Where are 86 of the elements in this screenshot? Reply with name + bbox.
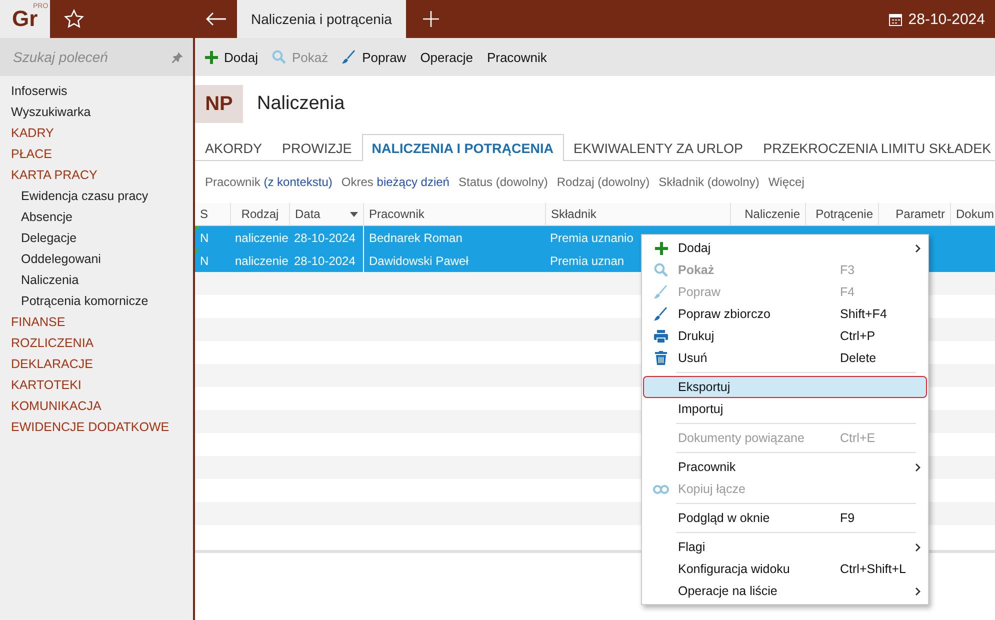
nav-item[interactable]: Oddelegowani bbox=[0, 249, 193, 270]
filter-button[interactable]: Status (dowolny) bbox=[458, 175, 548, 189]
search-icon bbox=[654, 263, 668, 277]
menu-item[interactable]: Drukuj Ctrl+P bbox=[643, 325, 927, 347]
toolbar-button[interactable]: Popraw bbox=[342, 50, 406, 64]
menu-item[interactable]: Popraw zbiorczo Shift+F4 bbox=[643, 303, 927, 325]
nav-link[interactable]: Wyszukiwarka bbox=[0, 102, 193, 123]
module-badge: NP bbox=[195, 85, 243, 123]
tab[interactable]: EKWIWALENTY ZA URLOP bbox=[564, 134, 754, 161]
sort-icon bbox=[350, 212, 358, 216]
tab[interactable]: AKORDY bbox=[195, 134, 272, 161]
nav-section[interactable]: KARTOTEKI bbox=[0, 375, 193, 396]
menu-item[interactable]: Operacje na liście bbox=[643, 580, 927, 602]
nav-link[interactable]: Infoserwis bbox=[0, 81, 193, 102]
toolbar-button[interactable]: Pracownik bbox=[486, 50, 547, 64]
table-cell: Bednarek Roman bbox=[369, 230, 462, 244]
menu-item[interactable]: Konfiguracja widoku Ctrl+Shift+L bbox=[643, 558, 927, 580]
chevron-right-icon bbox=[915, 542, 921, 552]
calendar-icon bbox=[889, 12, 902, 26]
current-date: 28-10-2024 bbox=[908, 10, 985, 28]
column-header[interactable]: Dokum bbox=[950, 203, 995, 225]
filter-button[interactable]: Pracownik (z kontekstu) bbox=[205, 175, 332, 189]
column-header[interactable]: Pracownik bbox=[363, 203, 545, 225]
trash-icon bbox=[655, 351, 667, 365]
brush-icon bbox=[654, 307, 668, 321]
table-cell: Premia uznan bbox=[550, 254, 624, 268]
filter-button[interactable]: Okres bieżący dzień bbox=[341, 175, 450, 189]
table-cell: 28-10-2024 bbox=[294, 230, 356, 244]
nav-item[interactable]: Ewidencja czasu pracy bbox=[0, 186, 193, 207]
nav-section[interactable]: FINANSE bbox=[0, 312, 193, 333]
nav-item[interactable]: Potrącenia komornicze bbox=[0, 291, 193, 312]
column-header[interactable]: Rodzaj bbox=[230, 203, 289, 225]
column-header[interactable]: Składnik bbox=[545, 203, 730, 225]
table-cell: naliczenie bbox=[235, 254, 288, 268]
tab[interactable]: PROWIZJE bbox=[272, 134, 362, 161]
menu-item[interactable]: Flagi bbox=[643, 536, 927, 558]
plus-icon bbox=[205, 50, 218, 64]
pin-icon[interactable] bbox=[172, 52, 183, 62]
column-header[interactable]: Parametr bbox=[878, 203, 950, 225]
nav-section[interactable]: KADRY bbox=[0, 123, 193, 144]
nav-item[interactable]: Absencje bbox=[0, 207, 193, 228]
menu-item[interactable]: Podgląd w oknie F9 bbox=[643, 507, 927, 529]
column-header[interactable]: Potrącenie bbox=[805, 203, 878, 225]
table-cell: Dawidowski Paweł bbox=[369, 254, 468, 268]
nav-section[interactable]: ROZLICZENIA bbox=[0, 333, 193, 354]
search-bar[interactable]: Szukaj poleceń bbox=[0, 38, 193, 76]
search-icon bbox=[272, 50, 286, 64]
nav-section[interactable]: KOMUNIKACJA bbox=[0, 396, 193, 417]
table-cell: Premia uznanio bbox=[550, 230, 634, 244]
back-arrow-icon[interactable] bbox=[205, 12, 227, 26]
more-filters-button[interactable]: Więcej bbox=[768, 175, 804, 189]
printer-icon bbox=[654, 330, 668, 342]
table-cell: naliczenie bbox=[235, 230, 288, 244]
search-field[interactable]: Szukaj poleceń bbox=[11, 48, 172, 66]
table-cell: 28-10-2024 bbox=[294, 254, 356, 268]
filter-button[interactable]: Rodzaj (dowolny) bbox=[556, 175, 650, 189]
nav-item[interactable]: Delegacje bbox=[0, 228, 193, 249]
new-tab-icon[interactable] bbox=[422, 10, 440, 28]
chevron-right-icon bbox=[915, 244, 921, 252]
page-title: Naliczenia bbox=[257, 93, 345, 115]
document-tab[interactable]: Naliczenia i potrącenia bbox=[237, 0, 406, 38]
chevron-right-icon bbox=[915, 586, 921, 596]
toolbar-button[interactable]: Operacje bbox=[420, 50, 473, 64]
nav-section[interactable]: DEKLARACJE bbox=[0, 354, 193, 375]
column-header[interactable]: S bbox=[195, 203, 230, 225]
tab[interactable]: NALICZENIA I POTRĄCENIA bbox=[362, 134, 564, 161]
nav-section[interactable]: KARTA PRACY bbox=[0, 165, 193, 186]
nav-section[interactable]: EWIDENCJE DODATKOWE bbox=[0, 417, 193, 438]
table-cell: N bbox=[200, 254, 209, 268]
tab[interactable]: PRZEKROCZENIA LIMITU SKŁADEK bbox=[753, 134, 995, 161]
toolbar-button[interactable]: Dodaj bbox=[205, 50, 258, 64]
column-header[interactable]: Data bbox=[289, 203, 363, 225]
menu-item[interactable]: Pracownik bbox=[643, 456, 927, 478]
brush-icon bbox=[654, 285, 668, 299]
menu-item[interactable]: Importuj bbox=[643, 398, 927, 420]
menu-item[interactable]: Eksportuj bbox=[643, 376, 927, 398]
brush-icon bbox=[342, 50, 356, 64]
column-header[interactable]: Naliczenie bbox=[730, 203, 805, 225]
nav-section[interactable]: PŁACE bbox=[0, 144, 193, 165]
filter-button[interactable]: Składnik (dowolny) bbox=[658, 175, 760, 189]
nav-item[interactable]: Naliczenia bbox=[0, 270, 193, 291]
chevron-right-icon bbox=[915, 462, 921, 472]
table-cell: N bbox=[200, 230, 209, 244]
plus-icon bbox=[654, 242, 668, 254]
link-icon bbox=[653, 484, 669, 494]
menu-item[interactable]: Usuń Delete bbox=[643, 347, 927, 369]
